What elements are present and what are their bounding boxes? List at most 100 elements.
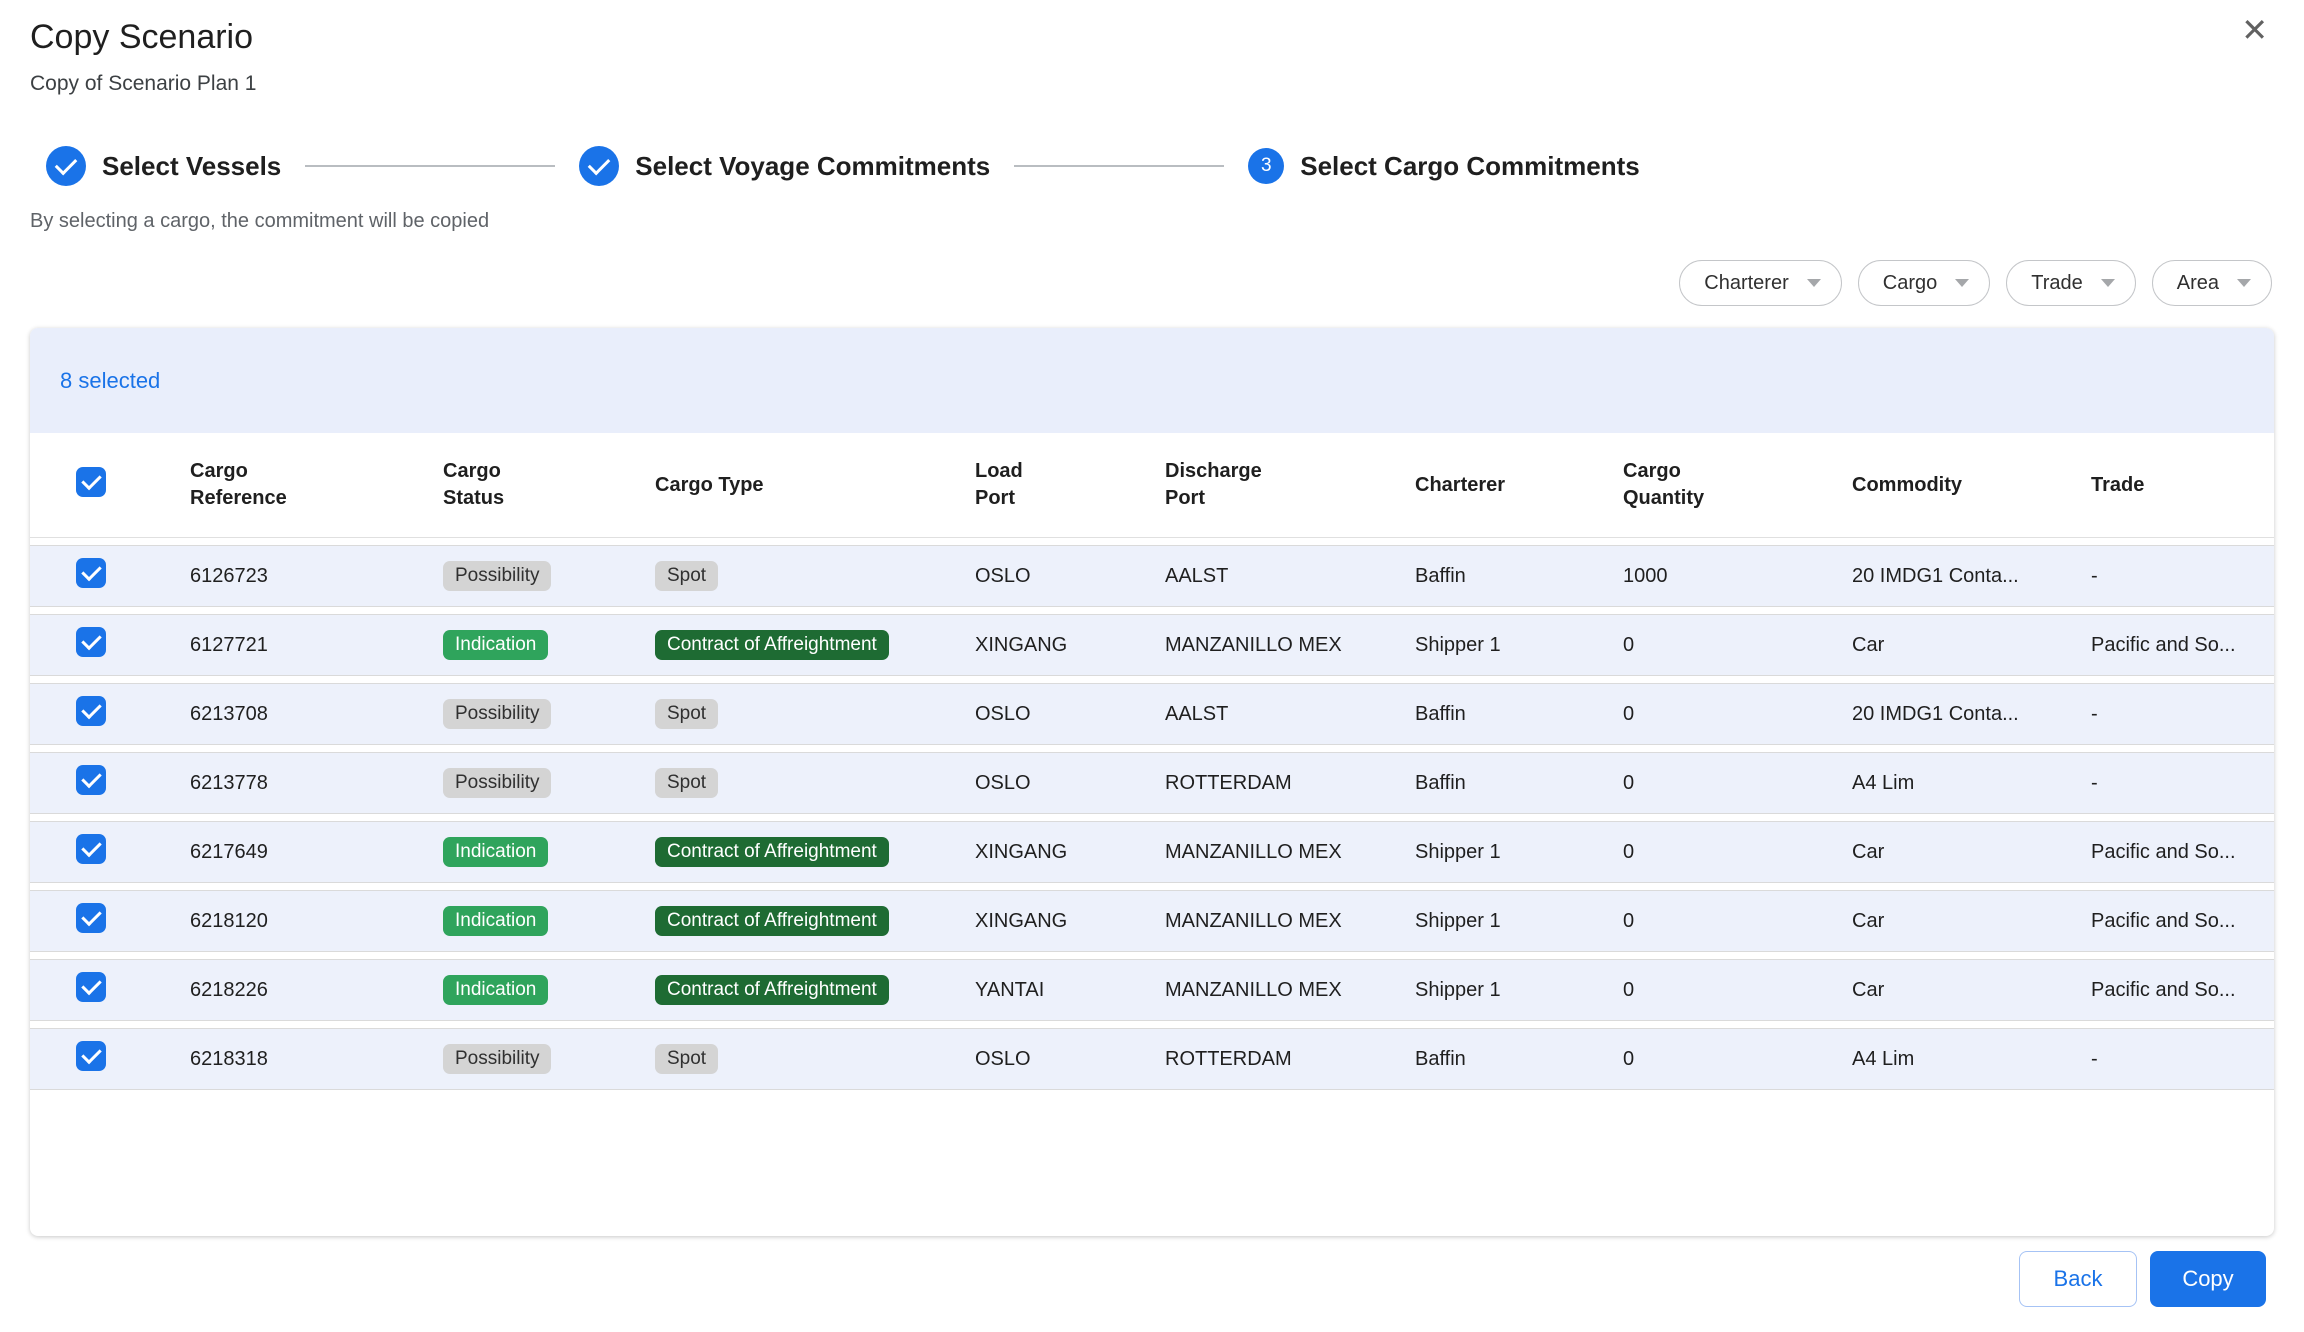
- cell-discharge-port: ROTTERDAM: [1165, 772, 1415, 795]
- status-badge: Possibility: [443, 768, 551, 798]
- cell-cargo-quantity: 1000: [1623, 565, 1852, 588]
- cargo-type-badge: Contract of Affreightment: [655, 906, 889, 936]
- cell-cargo-type: Spot: [655, 1044, 975, 1074]
- cell-commodity: 20 IMDG1 Conta...: [1852, 703, 2091, 726]
- cell-charterer: Baffin: [1415, 772, 1623, 795]
- step-number-badge: 3: [1248, 148, 1284, 184]
- filter-label: Trade: [2031, 272, 2083, 295]
- cell-cargo-reference: 6213778: [190, 772, 443, 795]
- stepper: Select Vessels Select Voyage Commitments…: [46, 146, 1640, 186]
- cell-load-port: YANTAI: [975, 979, 1165, 1002]
- filter-label: Cargo: [1883, 272, 1937, 295]
- step-complete-check-icon: [579, 146, 619, 186]
- step-label: Select Voyage Commitments: [635, 151, 990, 182]
- cell-load-port: XINGANG: [975, 910, 1165, 933]
- row-checkbox[interactable]: [76, 1041, 106, 1071]
- step-complete-check-icon: [46, 146, 86, 186]
- status-badge: Possibility: [443, 699, 551, 729]
- cell-cargo-reference: 6217649: [190, 841, 443, 864]
- row-checkbox[interactable]: [76, 627, 106, 657]
- table-row[interactable]: 6213778 Possibility Spot OSLO ROTTERDAM …: [30, 752, 2274, 814]
- cell-cargo-status: Possibility: [443, 768, 655, 798]
- column-header-cargo-quantity: CargoQuantity: [1623, 458, 1852, 512]
- cell-cargo-quantity: 0: [1623, 1048, 1852, 1071]
- cell-commodity: Car: [1852, 910, 2091, 933]
- selected-count: 8 selected: [60, 368, 160, 394]
- table-row[interactable]: 6218226 Indication Contract of Affreight…: [30, 959, 2274, 1021]
- column-header-commodity: Commodity: [1852, 472, 2091, 499]
- column-header-cargo-reference: CargoReference: [190, 458, 443, 512]
- table-row[interactable]: 6127721 Indication Contract of Affreight…: [30, 614, 2274, 676]
- cell-trade: -: [2091, 703, 2274, 726]
- cell-cargo-quantity: 0: [1623, 910, 1852, 933]
- table-row[interactable]: 6218318 Possibility Spot OSLO ROTTERDAM …: [30, 1028, 2274, 1090]
- table-row[interactable]: 6126723 Possibility Spot OSLO AALST Baff…: [30, 545, 2274, 607]
- table-row[interactable]: 6218120 Indication Contract of Affreight…: [30, 890, 2274, 952]
- cell-cargo-quantity: 0: [1623, 841, 1852, 864]
- cell-cargo-type: Contract of Affreightment: [655, 975, 975, 1005]
- cell-cargo-type: Spot: [655, 699, 975, 729]
- step-select-voyage-commitments[interactable]: Select Voyage Commitments: [579, 146, 990, 186]
- cargo-type-badge: Contract of Affreightment: [655, 975, 889, 1005]
- cell-trade: Pacific and So...: [2091, 634, 2274, 657]
- step-select-vessels[interactable]: Select Vessels: [46, 146, 281, 186]
- cell-discharge-port: MANZANILLO MEX: [1165, 910, 1415, 933]
- cell-discharge-port: MANZANILLO MEX: [1165, 979, 1415, 1002]
- table-row[interactable]: 6217649 Indication Contract of Affreight…: [30, 821, 2274, 883]
- row-checkbox[interactable]: [76, 903, 106, 933]
- row-checkbox[interactable]: [76, 834, 106, 864]
- step-label: Select Vessels: [102, 151, 281, 182]
- filter-cargo[interactable]: Cargo: [1858, 260, 1990, 306]
- cargo-type-badge: Contract of Affreightment: [655, 630, 889, 660]
- column-header-cargo-type: Cargo Type: [655, 472, 975, 499]
- cell-cargo-type: Contract of Affreightment: [655, 906, 975, 936]
- table-header-row: CargoReference CargoStatus Cargo Type Lo…: [30, 433, 2274, 538]
- row-checkbox[interactable]: [76, 765, 106, 795]
- cell-load-port: OSLO: [975, 565, 1165, 588]
- filter-area[interactable]: Area: [2152, 260, 2272, 306]
- cell-cargo-quantity: 0: [1623, 634, 1852, 657]
- cell-cargo-status: Possibility: [443, 1044, 655, 1074]
- cargo-type-badge: Contract of Affreightment: [655, 837, 889, 867]
- cargo-type-badge: Spot: [655, 699, 718, 729]
- cell-cargo-status: Possibility: [443, 699, 655, 729]
- status-badge: Indication: [443, 906, 548, 936]
- cell-charterer: Baffin: [1415, 565, 1623, 588]
- cell-charterer: Baffin: [1415, 1048, 1623, 1071]
- cell-cargo-reference: 6218120: [190, 910, 443, 933]
- cell-commodity: Car: [1852, 841, 2091, 864]
- stepper-connector: [305, 165, 555, 167]
- cell-load-port: XINGANG: [975, 841, 1165, 864]
- table-row[interactable]: 6213708 Possibility Spot OSLO AALST Baff…: [30, 683, 2274, 745]
- filter-trade[interactable]: Trade: [2006, 260, 2136, 306]
- chevron-down-icon: [2101, 279, 2115, 287]
- cell-cargo-status: Indication: [443, 906, 655, 936]
- back-button[interactable]: Back: [2019, 1251, 2137, 1307]
- cell-charterer: Shipper 1: [1415, 634, 1623, 657]
- cell-cargo-type: Contract of Affreightment: [655, 630, 975, 660]
- cell-trade: Pacific and So...: [2091, 979, 2274, 1002]
- column-header-load-port: LoadPort: [975, 458, 1165, 512]
- cell-trade: Pacific and So...: [2091, 841, 2274, 864]
- row-checkbox[interactable]: [76, 696, 106, 726]
- selection-banner: 8 selected: [30, 328, 2274, 433]
- cell-trade: -: [2091, 772, 2274, 795]
- selection-hint: By selecting a cargo, the commitment wil…: [30, 210, 489, 233]
- cell-commodity: Car: [1852, 634, 2091, 657]
- cell-discharge-port: AALST: [1165, 565, 1415, 588]
- row-checkbox[interactable]: [76, 972, 106, 1002]
- close-icon[interactable]: ✕: [2241, 14, 2268, 46]
- cargo-table-panel: 8 selected CargoReference CargoStatus Ca…: [30, 328, 2274, 1236]
- status-badge: Possibility: [443, 1044, 551, 1074]
- filter-charterer[interactable]: Charterer: [1679, 260, 1841, 306]
- cargo-type-badge: Spot: [655, 1044, 718, 1074]
- row-checkbox[interactable]: [76, 558, 106, 588]
- status-badge: Indication: [443, 630, 548, 660]
- cell-cargo-type: Spot: [655, 561, 975, 591]
- select-all-checkbox[interactable]: [76, 467, 106, 497]
- copy-button[interactable]: Copy: [2150, 1251, 2266, 1307]
- column-header-cargo-status: CargoStatus: [443, 458, 655, 512]
- status-badge: Indication: [443, 975, 548, 1005]
- cell-load-port: OSLO: [975, 1048, 1165, 1071]
- step-select-cargo-commitments[interactable]: 3 Select Cargo Commitments: [1248, 148, 1640, 184]
